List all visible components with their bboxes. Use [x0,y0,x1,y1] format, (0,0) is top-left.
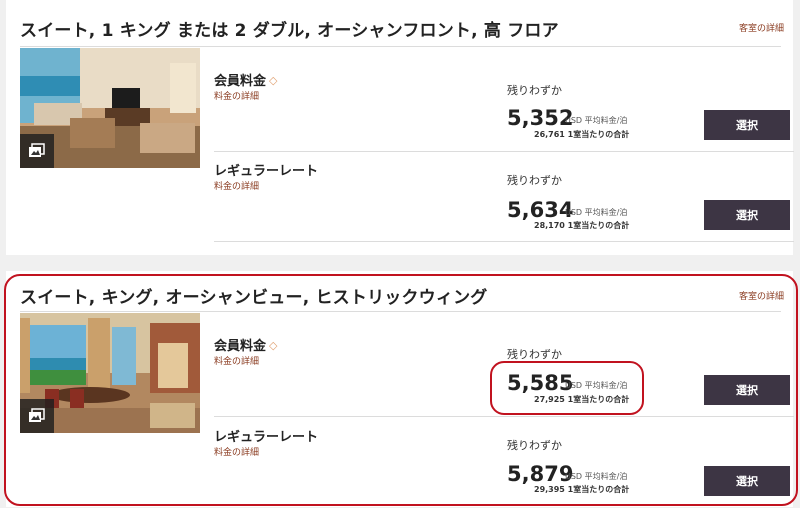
rate-details-link[interactable]: 料金の詳細 [214,354,259,367]
total-price: 28,170 1室当たりの合計 [534,221,630,230]
rate-details-link[interactable]: 料金の詳細 [214,445,259,458]
gallery-icon[interactable] [20,134,54,168]
divider [214,416,794,417]
total-price: 29,395 1室当たりの合計 [534,485,630,494]
room-title: スイート, キング, オーシャンビュー, ヒストリックウィング [20,288,488,308]
rate-row: レギュラーレート 料金の詳細 残りわずか 5,879 USD 平均料金/泊 29… [214,426,794,506]
room-card-1: スイート, 1 キング または 2 ダブル, オーシャンフロント, 高 フロア … [6,0,794,255]
rate-name: レギュラーレート [214,164,319,179]
availability-text: 残りわずか [507,439,562,452]
price-unit: USD 平均料金/泊 [565,208,628,217]
divider [214,241,794,242]
select-button[interactable]: 選択 [704,375,790,405]
room-title: スイート, 1 キング または 2 ダブル, オーシャンフロント, 高 フロア [20,21,559,41]
rate-name: 会員料金 ◇ [214,74,278,89]
room-photo[interactable] [20,48,200,168]
availability-text: 残りわずか [507,84,562,97]
rate-row: 会員料金 ◇ 料金の詳細 残りわずか 5,585 USD 平均料金/泊 27,92… [214,335,794,417]
price: 5,585 [507,371,574,395]
rate-name: レギュラーレート [214,430,319,445]
room-details-link[interactable]: 客室の詳細 [739,21,784,34]
room-card-2: スイート, キング, オーシャンビュー, ヒストリックウィング 客室の詳細 会員… [6,271,794,507]
total-price: 27,925 1室当たりの合計 [534,395,630,404]
divider [20,46,781,47]
select-button[interactable]: 選択 [704,200,790,230]
price: 5,634 [507,198,574,222]
room-details-link[interactable]: 客室の詳細 [739,289,784,302]
rate-details-link[interactable]: 料金の詳細 [214,179,259,192]
price-unit: USD 平均料金/泊 [565,381,628,390]
divider [20,311,781,312]
select-button[interactable]: 選択 [704,110,790,140]
select-button[interactable]: 選択 [704,466,790,496]
tag-icon: ◇ [269,339,278,352]
rate-details-link[interactable]: 料金の詳細 [214,89,259,102]
price: 5,352 [507,106,574,130]
divider [214,151,794,152]
price: 5,879 [507,462,574,486]
rate-name: 会員料金 ◇ [214,339,278,354]
gallery-icon[interactable] [20,399,54,433]
price-unit: USD 平均料金/泊 [565,472,628,481]
rate-row: 会員料金 ◇ 料金の詳細 残りわずか 5,352 USD 平均料金/泊 26,76… [214,70,794,152]
availability-text: 残りわずか [507,348,562,361]
room-photo[interactable] [20,313,200,433]
availability-text: 残りわずか [507,174,562,187]
price-unit: USD 平均料金/泊 [565,116,628,125]
tag-icon: ◇ [269,74,278,87]
rate-row: レギュラーレート 料金の詳細 残りわずか 5,634 USD 平均料金/泊 28… [214,160,794,242]
total-price: 26,761 1室当たりの合計 [534,130,630,139]
